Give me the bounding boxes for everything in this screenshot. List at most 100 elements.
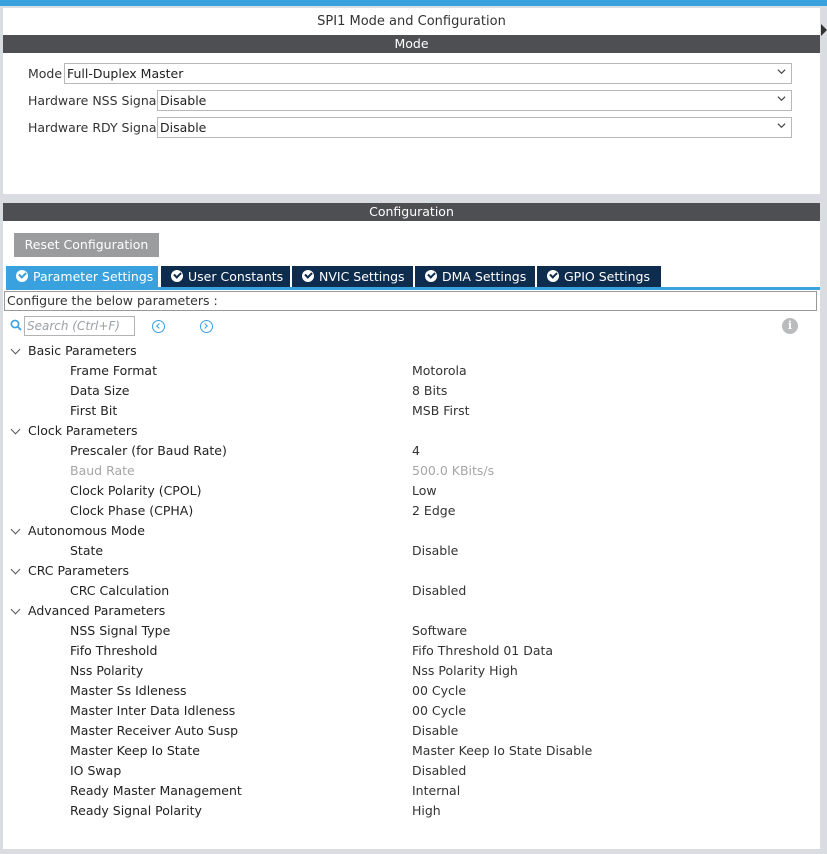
param-value[interactable]: Nss Polarity High xyxy=(412,661,518,681)
param-value[interactable]: 8 Bits xyxy=(412,381,447,401)
tab-dma-settings[interactable]: DMA Settings xyxy=(415,266,535,287)
param-name: Nss Polarity xyxy=(70,663,144,678)
mode-panel: SPI1 Mode and Configuration Mode Mode Fu… xyxy=(3,8,820,194)
param-row[interactable]: Frame Format Motorola xyxy=(3,361,820,381)
side-collapse-handle[interactable] xyxy=(820,6,827,854)
param-row[interactable]: First Bit MSB First xyxy=(3,401,820,421)
param-row[interactable]: IO Swap Disabled xyxy=(3,761,820,781)
param-value[interactable]: Software xyxy=(412,621,467,641)
tab-parameter-settings[interactable]: Parameter Settings xyxy=(6,266,158,287)
param-row[interactable]: CRC Calculation Disabled xyxy=(3,581,820,601)
info-icon[interactable]: i xyxy=(782,318,798,334)
param-value[interactable]: Motorola xyxy=(412,361,467,381)
search-icon[interactable] xyxy=(10,319,22,331)
param-name: Master Keep Io State xyxy=(70,743,200,758)
param-value[interactable]: Low xyxy=(412,481,437,501)
param-group[interactable]: Clock Parameters xyxy=(3,421,820,441)
mode-select[interactable]: Full-Duplex Master xyxy=(64,63,792,84)
param-row[interactable]: Ready Master Management Internal xyxy=(3,781,820,801)
param-row[interactable]: Nss Polarity Nss Polarity High xyxy=(3,661,820,681)
nss-field-row: Hardware NSS Signal Disable xyxy=(28,90,792,111)
collapse-arrow-icon[interactable] xyxy=(821,24,827,36)
param-value[interactable]: 4 xyxy=(412,441,420,461)
tab-label: User Constants xyxy=(188,269,284,284)
search-input[interactable]: Search (Ctrl+F) xyxy=(24,316,135,336)
param-value[interactable]: Disabled xyxy=(412,581,466,601)
configuration-panel: Configuration Reset Configuration Parame… xyxy=(3,203,820,849)
param-row[interactable]: Clock Phase (CPHA) 2 Edge xyxy=(3,501,820,521)
tab-label: GPIO Settings xyxy=(564,269,650,284)
param-row[interactable]: State Disable xyxy=(3,541,820,561)
param-value[interactable]: High xyxy=(412,801,441,821)
rdy-select[interactable]: Disable xyxy=(157,117,792,138)
chevron-down-icon[interactable] xyxy=(10,604,21,615)
param-name: Frame Format xyxy=(70,363,157,378)
chevron-down-icon[interactable] xyxy=(10,524,21,535)
param-row[interactable]: Master Ss Idleness 00 Cycle xyxy=(3,681,820,701)
param-row[interactable]: NSS Signal Type Software xyxy=(3,621,820,641)
mode-field-row: Mode Full-Duplex Master xyxy=(28,63,792,84)
check-circle-icon xyxy=(171,270,183,282)
chevron-down-icon xyxy=(777,96,786,102)
tab-underline xyxy=(6,287,820,290)
tab-nvic-settings[interactable]: NVIC Settings xyxy=(292,266,413,287)
nss-select[interactable]: Disable xyxy=(157,90,792,111)
param-name: Clock Phase (CPHA) xyxy=(70,503,194,518)
param-name: Prescaler (for Baud Rate) xyxy=(70,443,227,458)
param-name: IO Swap xyxy=(70,763,122,778)
param-row[interactable]: Data Size 8 Bits xyxy=(3,381,820,401)
window-title: SPI1 Mode and Configuration xyxy=(317,14,506,29)
check-circle-icon xyxy=(425,270,437,282)
param-group-label: Autonomous Mode xyxy=(28,523,145,538)
param-name: Ready Master Management xyxy=(70,783,242,798)
param-value[interactable]: Fifo Threshold 01 Data xyxy=(412,641,553,661)
param-group[interactable]: Advanced Parameters xyxy=(3,601,820,621)
nss-label: Hardware NSS Signal xyxy=(28,93,160,108)
param-row[interactable]: Clock Polarity (CPOL) Low xyxy=(3,481,820,501)
param-group[interactable]: Basic Parameters xyxy=(3,341,820,361)
check-circle-icon xyxy=(547,270,559,282)
search-previous-icon[interactable] xyxy=(152,320,165,333)
param-value[interactable]: 00 Cycle xyxy=(412,681,466,701)
tab-label: NVIC Settings xyxy=(319,269,405,284)
param-row[interactable]: Master Inter Data Idleness 00 Cycle xyxy=(3,701,820,721)
param-value[interactable]: 00 Cycle xyxy=(412,701,466,721)
param-row[interactable]: Master Keep Io State Master Keep Io State… xyxy=(3,741,820,761)
check-circle-icon xyxy=(302,270,314,282)
param-group-label: Clock Parameters xyxy=(28,423,138,438)
tab-user-constants[interactable]: User Constants xyxy=(161,266,290,287)
param-value[interactable]: Disable xyxy=(412,721,458,741)
param-name: Fifo Threshold xyxy=(70,643,158,658)
param-value[interactable]: MSB First xyxy=(412,401,470,421)
param-value[interactable]: Internal xyxy=(412,781,460,801)
tab-gpio-settings[interactable]: GPIO Settings xyxy=(537,266,661,287)
param-group[interactable]: CRC Parameters xyxy=(3,561,820,581)
param-row[interactable]: Ready Signal Polarity High xyxy=(3,801,820,821)
param-row[interactable]: Prescaler (for Baud Rate) 4 xyxy=(3,441,820,461)
param-name: NSS Signal Type xyxy=(70,623,171,638)
reset-configuration-button[interactable]: Reset Configuration xyxy=(14,233,159,257)
chevron-down-icon[interactable] xyxy=(10,344,21,355)
param-name: Data Size xyxy=(70,383,130,398)
search-next-icon[interactable] xyxy=(200,320,213,333)
param-name: Master Inter Data Idleness xyxy=(70,703,236,718)
param-value[interactable]: Disabled xyxy=(412,761,466,781)
param-group-label: CRC Parameters xyxy=(28,563,130,578)
param-row[interactable]: Master Receiver Auto Susp Disable xyxy=(3,721,820,741)
chevron-down-icon[interactable] xyxy=(10,424,21,435)
configuration-section-header: Configuration xyxy=(3,203,820,221)
param-value[interactable]: Disable xyxy=(412,541,458,561)
param-value[interactable]: Master Keep Io State Disable xyxy=(412,741,592,761)
rdy-field-row: Hardware RDY Signal Disable xyxy=(28,117,792,138)
param-value[interactable]: 2 Edge xyxy=(412,501,455,521)
mode-value: Full-Duplex Master xyxy=(67,66,184,81)
description-box: Configure the below parameters : xyxy=(4,291,817,311)
param-row[interactable]: Fifo Threshold Fifo Threshold 01 Data xyxy=(3,641,820,661)
rdy-value: Disable xyxy=(160,120,207,135)
chevron-down-icon[interactable] xyxy=(10,564,21,575)
param-group[interactable]: Autonomous Mode xyxy=(3,521,820,541)
param-name: Ready Signal Polarity xyxy=(70,803,202,818)
tab-label: Parameter Settings xyxy=(33,269,154,284)
param-name: State xyxy=(70,543,104,558)
param-name: Master Ss Idleness xyxy=(70,683,187,698)
